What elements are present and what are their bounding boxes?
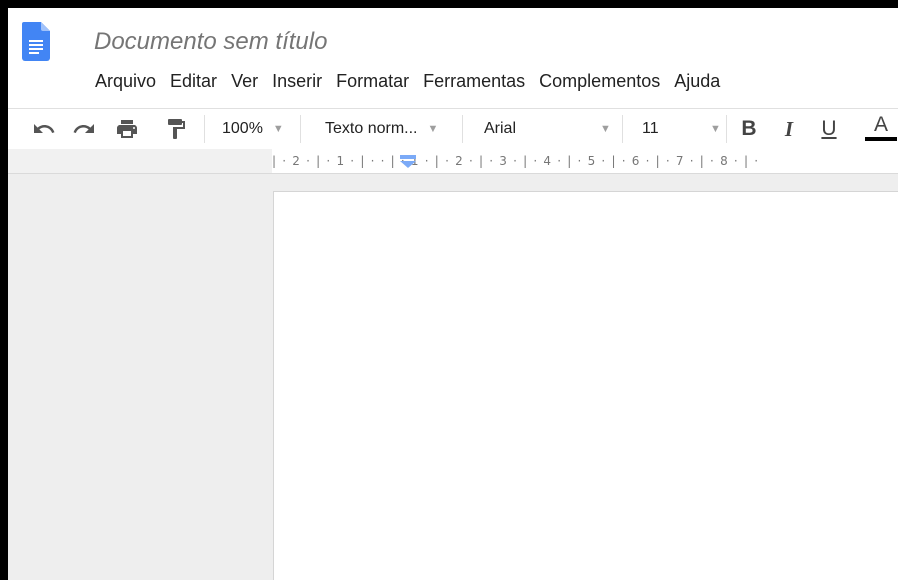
menu-editar[interactable]: Editar [163,68,224,94]
chevron-down-icon: ▼ [600,123,611,135]
paint-format-icon [168,119,185,139]
menu-complementos[interactable]: Complementos [532,68,667,94]
print-button[interactable] [112,109,142,149]
menu-ver[interactable]: Ver [224,68,265,94]
redo-button[interactable] [70,109,98,149]
toolbar: 100% ▼ Texto norm... ▼ Arial ▼ 11 ▼ B I … [8,108,898,150]
horizontal-ruler[interactable]: | · 2 · | · 1 · | · · | · 1 · | · 2 · | … [272,149,898,173]
docs-window: Documento sem título Arquivo Editar Ver … [8,8,898,580]
menu-formatar[interactable]: Formatar [329,68,416,94]
italic-button[interactable]: I [778,109,800,149]
font-select[interactable]: Arial ▼ [484,109,611,149]
redo-icon [73,124,94,133]
text-color-icon: A [873,113,888,136]
menu-inserir[interactable]: Inserir [265,68,329,94]
menu-ferramentas[interactable]: Ferramentas [416,68,532,94]
style-value: Texto norm... [325,120,418,137]
toolbar-separator [300,115,301,143]
menu-arquivo[interactable]: Arquivo [88,68,163,94]
document-page[interactable] [273,191,898,580]
font-size-select[interactable]: 11 ▼ [642,109,721,149]
bold-button[interactable]: B [738,109,760,149]
ruler-ticks: | · 2 · | · 1 · | · · | · 1 · | · 2 · | … [272,154,760,168]
chevron-down-icon: ▼ [710,123,721,135]
docs-logo-icon[interactable] [22,22,50,61]
zoom-select[interactable]: 100% ▼ [222,109,284,149]
font-size-value: 11 [642,120,659,137]
chevron-down-icon: ▼ [272,123,284,135]
paint-format-button[interactable] [162,109,190,149]
toolbar-separator [726,115,727,143]
menu-bar: Arquivo Editar Ver Inserir Formatar Ferr… [88,68,727,94]
undo-icon [34,124,55,133]
text-color-button[interactable]: A [864,109,898,149]
style-select[interactable]: Texto norm... ▼ [325,109,438,149]
toolbar-separator [204,115,205,143]
font-value: Arial [484,120,517,137]
print-icon [117,120,137,138]
underline-button[interactable]: U [818,109,840,149]
toolbar-separator [622,115,623,143]
ruler-area: | · 2 · | · 1 · | · · | · 1 · | · 2 · | … [8,149,898,174]
document-title[interactable]: Documento sem título [94,28,327,56]
document-canvas [8,174,898,580]
underline-icon: U [821,117,837,140]
undo-button[interactable] [30,109,58,149]
bold-icon: B [741,117,757,140]
zoom-value: 100% [222,120,263,137]
indent-marker-icon[interactable] [399,155,417,168]
text-color-bar [865,137,897,141]
italic-icon: I [784,116,794,141]
menu-ajuda[interactable]: Ajuda [667,68,727,94]
chevron-down-icon: ▼ [427,123,439,135]
toolbar-separator [462,115,463,143]
